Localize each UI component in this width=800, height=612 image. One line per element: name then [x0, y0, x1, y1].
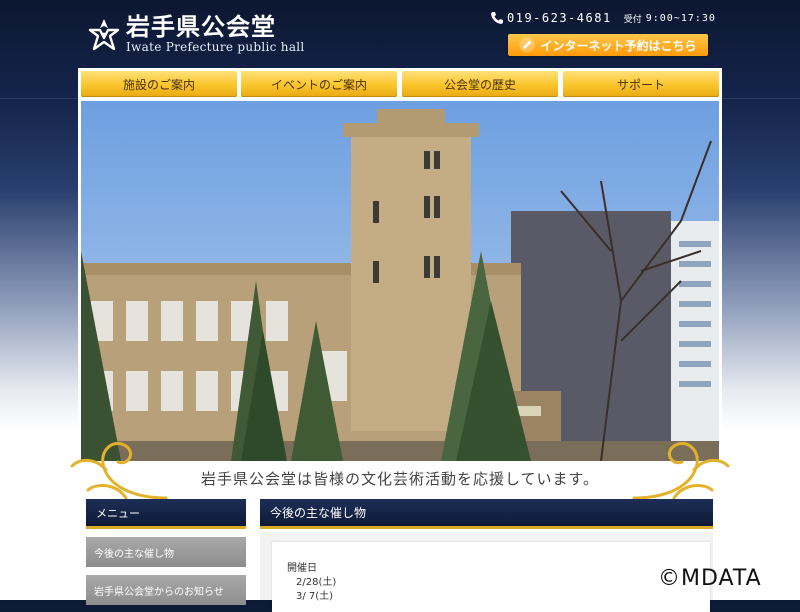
nav-history[interactable]: 公会堂の歴史	[402, 71, 558, 97]
nav-item-label: サポート	[616, 77, 665, 92]
gold-scroll-ornament-right-icon	[632, 442, 730, 500]
nav-item-label: 公会堂の歴史	[443, 77, 516, 92]
public-hall-building-illustration	[81, 101, 719, 461]
sidebar-item-label: 岩手県公会堂からのお知らせ	[94, 586, 224, 598]
prefecture-emblem-icon	[88, 19, 120, 51]
events-section: 開催日 2/28(土) 3/ 7(土)	[260, 532, 713, 612]
nav-facilities[interactable]: 施設のご案内	[81, 71, 237, 97]
hero-banner: 岩手県公会堂は皆様の文化芸術活動を応援しています。	[78, 98, 722, 490]
site-subtitle: Iwate Prefecture public hall	[126, 40, 305, 54]
internet-reservation-label: インターネット予約はこちら	[540, 38, 697, 53]
main-nav: 施設のご案内 イベントのご案内 公会堂の歴史 サポート	[78, 68, 722, 98]
sidebar-item-upcoming-events[interactable]: 今後の主な催し物	[86, 537, 246, 567]
nav-item-label: イベントのご案内	[270, 77, 367, 92]
internet-reservation-button[interactable]: インターネット予約はこちら	[508, 34, 708, 56]
hero-tagline: 岩手県公会堂は皆様の文化芸術活動を応援しています。	[200, 470, 600, 488]
nav-item-label: 施設のご案内	[122, 77, 195, 92]
nav-support[interactable]: サポート	[563, 71, 719, 97]
hero-photo	[81, 101, 719, 461]
pencil-icon	[519, 37, 535, 53]
site-title: 岩手県公会堂	[126, 13, 276, 41]
site-logo[interactable]: 岩手県公会堂 Iwate Prefecture public hall	[86, 14, 305, 54]
section-title: 今後の主な催し物	[260, 499, 713, 529]
phone-number: 019-623-4681	[507, 11, 612, 25]
sidebar-item-label: 今後の主な催し物	[94, 548, 174, 560]
nav-events[interactable]: イベントのご案内	[241, 71, 397, 97]
event-card: 開催日 2/28(土) 3/ 7(土)	[272, 542, 710, 612]
event-date-label: 開催日	[287, 563, 317, 574]
gold-scroll-ornament-left-icon	[70, 442, 168, 500]
watermark: ©MDATA	[658, 566, 762, 591]
phone-icon	[491, 12, 503, 24]
event-date: 2/28(土)	[296, 577, 337, 588]
hours-label: 受付	[623, 14, 642, 25]
sidebar-item-announcements[interactable]: 岩手県公会堂からのお知らせ	[86, 575, 246, 605]
contact-info: 019-623-4681 受付 9:00~17:30	[490, 11, 716, 25]
sidebar-menu-title: メニュー	[86, 499, 246, 529]
business-hours: 9:00~17:30	[645, 12, 716, 24]
